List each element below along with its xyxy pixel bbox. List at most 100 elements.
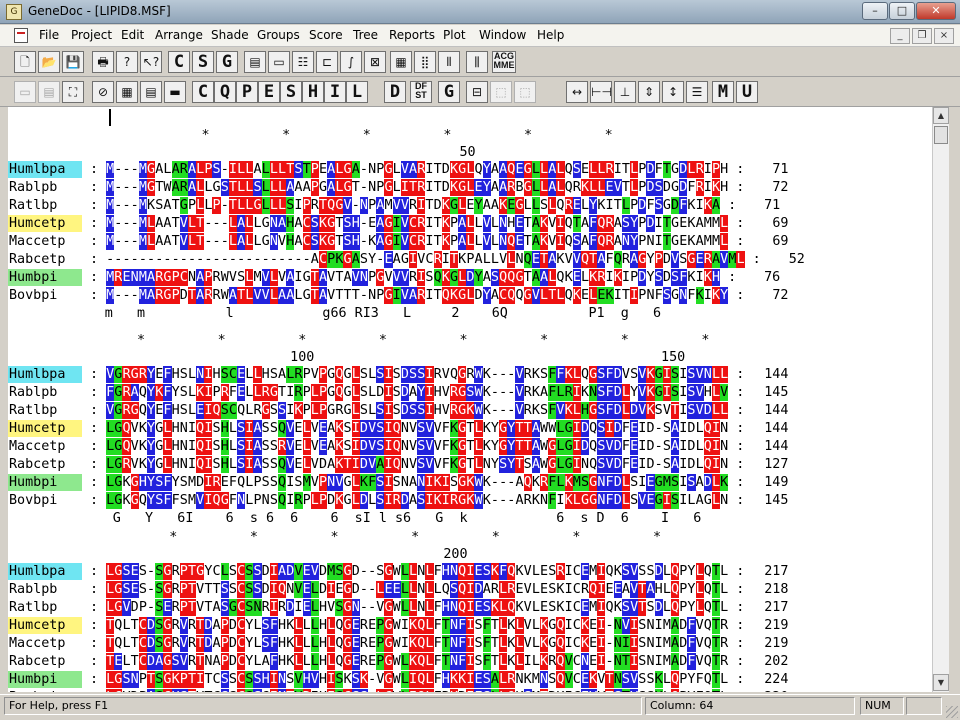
mdi-restore-button[interactable]: ❐ <box>912 28 932 44</box>
sequence-residues[interactable]: TQLTCDSGRVRTDAPDCYLSFHKLLLHLQGEREPGWIKQL… <box>106 617 728 634</box>
sequence-residues[interactable]: M---MKSATGPLLP-TLLGLLLSIPRTQGV-NPAMVVRIT… <box>106 197 721 214</box>
menu-groups[interactable]: Groups <box>254 28 303 42</box>
shift-v-icon[interactable]: ↕ <box>662 81 684 103</box>
residue-q-button[interactable]: Q <box>214 81 236 103</box>
sequence-name[interactable]: Rabcetp <box>8 456 82 473</box>
residue-h-button[interactable]: H <box>302 81 324 103</box>
conserved-mode-button[interactable]: C <box>168 51 190 73</box>
sequence-residues[interactable]: M---MGTWARALLGSTLLSLLLAAAPGALGT-NPGLITRI… <box>106 179 728 196</box>
dots-icon[interactable]: ⣿ <box>414 51 436 73</box>
sequence-name[interactable]: Humlbpa <box>8 161 82 178</box>
sequence-name[interactable]: Ratlbp <box>8 599 82 616</box>
menu-shade[interactable]: Shade <box>208 28 252 42</box>
new-file-icon[interactable]: 🗋 <box>14 51 36 73</box>
bars2-icon[interactable]: ⫼ <box>466 51 488 73</box>
similarity-mode-button[interactable]: S <box>192 51 214 73</box>
sequence-row[interactable]: Humlbpa: LGSES-SGRPTGYCLSCSSDIADVEVDMSGD-… <box>8 563 932 580</box>
sequence-name[interactable]: Humcetp <box>8 617 82 634</box>
sequence-row[interactable]: Humbpi: LGKGHYSFYSMDIREFQLPSSQISMVPNVGLKF… <box>8 474 932 491</box>
score-icon[interactable]: ⊠ <box>364 51 386 73</box>
sequence-residues[interactable]: LGSES-SGRPTVTTSSCSSDIQNVELDIEGD--LEELLNL… <box>106 581 728 598</box>
sequence-residues[interactable]: MRENMARGPCNAPRWVSLMVLVAIGTAVTAVNPGVVVRIS… <box>106 269 721 286</box>
g-button[interactable]: G <box>438 81 460 103</box>
arrange-icon[interactable]: ☷ <box>292 51 314 73</box>
sequence-residues[interactable]: LGVDP-SERPTVTASGCSNRIRDIELHVSGN--VGWLLNL… <box>106 599 728 616</box>
sequence-residues[interactable]: M---MLAATVLT---LALLGNAHACSKGTSH-EAGIVCRI… <box>106 215 729 232</box>
sequence-residues[interactable]: -------------------------ACPKGASY-EAGIVC… <box>106 251 745 268</box>
d-button[interactable]: D <box>384 81 406 103</box>
sequence-row[interactable]: Rablpb: FGRAQYKFYSLKIPRFELLRGTIRPLPGQGLSL… <box>8 384 932 401</box>
shade3-icon[interactable]: ▬ <box>164 81 186 103</box>
sequence-residues[interactable]: M---MLAATVLT---LALLGNVHACSKGTSH-KAGIVCRI… <box>106 233 729 250</box>
collapse-h-icon[interactable]: ⊢⊣ <box>590 81 612 103</box>
sequence-name[interactable]: Humbpi <box>8 474 82 491</box>
sequence-name[interactable]: Humcetp <box>8 215 82 232</box>
sequence-row[interactable]: Humbpi: MRENMARGPCNAPRWVSLMVLVAIGTAVTAVNP… <box>8 269 932 286</box>
sequence-name[interactable]: Rablpb <box>8 384 82 401</box>
grid-icon[interactable]: ▦ <box>390 51 412 73</box>
expand-h-icon[interactable]: ↔ <box>566 81 588 103</box>
sequence-residues[interactable]: M---MGALARALPS-ILLALLLTSTPEALGA-NPGLVARI… <box>106 161 728 178</box>
sequence-row[interactable]: Humcetp: LGQVKYGLHNIQISHLSIASSQVELVEAKSID… <box>8 420 932 437</box>
sequence-name[interactable]: Ratlbp <box>8 402 82 419</box>
sequence-name[interactable]: Bovbpi <box>8 689 82 692</box>
close-button[interactable]: ✕ <box>916 2 956 20</box>
mdi-minimize-button[interactable]: _ <box>890 28 910 44</box>
minimize-button[interactable]: – <box>862 2 888 20</box>
sequence-residues[interactable]: LGSES-SGRPTGYCLSCSSDIADVEVDMSGD--SGWLLNL… <box>106 563 728 580</box>
menu-project[interactable]: Project <box>68 28 115 42</box>
sequence-name[interactable]: Ratlbp <box>8 197 82 214</box>
sequence-name[interactable]: Humbpi <box>8 269 82 286</box>
print-icon[interactable]: 🖶 <box>92 51 114 73</box>
select-block-icon[interactable]: ▭ <box>268 51 290 73</box>
residue-s-button[interactable]: S <box>280 81 302 103</box>
sequence-residues[interactable]: FGRAQYKFYSLKIPRFELLRGTIRPLPGQGLSLDISDAYI… <box>106 384 729 401</box>
menu-plot[interactable]: Plot <box>440 28 469 42</box>
sequence-residues[interactable]: LGRVKYGLHNIQISHLSIASSQVELVDAKTIDVAIQNVSV… <box>106 456 728 473</box>
scroll-down-button[interactable]: ▼ <box>933 674 949 691</box>
sequence-row[interactable]: Bovbpi: M---MARGPDTARRWATLVVLAALGTAVTTT-N… <box>8 287 932 304</box>
expand-v-icon[interactable]: ⇕ <box>638 81 660 103</box>
sequence-row[interactable]: Rabcetp: TELTCDAGSVRTNAPDCYLAFHKLLLHLQGER… <box>8 653 932 670</box>
resize-grip[interactable] <box>946 706 958 718</box>
plot-icon[interactable]: ∫ <box>340 51 362 73</box>
u-button[interactable]: U <box>736 81 758 103</box>
shade-off-icon[interactable]: ⊘ <box>92 81 114 103</box>
menu-help[interactable]: Help <box>534 28 567 42</box>
sequence-name[interactable]: Humlbpa <box>8 366 82 383</box>
sequence-row[interactable]: Bovbpi: LGKGQYSFFSMVIQGFNLPNSQIRPLPDKGLDL… <box>8 492 932 509</box>
mdi-close-button[interactable]: × <box>934 28 954 44</box>
menu-arrange[interactable]: Arrange <box>152 28 206 42</box>
menu-file[interactable]: File <box>36 28 62 42</box>
sequence-name[interactable]: Rabcetp <box>8 251 82 268</box>
residue-e-button[interactable]: E <box>258 81 280 103</box>
sequence-name[interactable]: Maccetp <box>8 438 82 455</box>
save-icon[interactable]: 💾 <box>62 51 84 73</box>
sequence-name[interactable]: Maccetp <box>8 635 82 652</box>
menu-window[interactable]: Window <box>476 28 529 42</box>
list-icon[interactable]: ☰ <box>686 81 708 103</box>
select-column-icon[interactable]: ▤ <box>244 51 266 73</box>
sequence-row[interactable]: Rabcetp: LGRVKYGLHNIQISHLSIASSQVELVDAKTID… <box>8 456 932 473</box>
sequence-row[interactable]: Bovbpi:LGYDPASGHSTVTCSSCSSGINTVRIHISGSS-… <box>8 689 932 692</box>
sequence-name[interactable]: Bovbpi <box>8 287 82 304</box>
bars-icon[interactable]: ⦀ <box>438 51 460 73</box>
context-help-icon[interactable]: ↖? <box>140 51 162 73</box>
sequence-row[interactable]: Humlbpa: M---MGALARALPS-ILLALLLTSTPEALGA-… <box>8 161 932 178</box>
residue-i-button[interactable]: I <box>324 81 346 103</box>
residue-c-button[interactable]: C <box>192 81 214 103</box>
paste-icon[interactable]: ▤ <box>38 81 60 103</box>
sequence-name[interactable]: Maccetp <box>8 233 82 250</box>
menu-reports[interactable]: Reports <box>386 28 438 42</box>
vertical-scrollbar[interactable]: ▲ ▼ <box>932 107 949 692</box>
sequence-row[interactable]: Ratlbp: M---MKSATGPLLP-TLLGLLLSIPRTQGV-NP… <box>8 197 932 214</box>
sequence-row[interactable]: Ratlbp: LGVDP-SERPTVTASGCSNRIRDIELHVSGN--… <box>8 599 932 616</box>
title-bar[interactable]: G GeneDoc - [LIPID8.MSF] – □ ✕ <box>0 0 960 24</box>
document-icon[interactable] <box>14 28 28 43</box>
sequence-row[interactable]: Humbpi: LGSNPTSGKPTITCSSCSSHINSVHVHISKSK-… <box>8 671 932 688</box>
menu-edit[interactable]: Edit <box>118 28 147 42</box>
sequence-residues[interactable]: LGQVKYGLHNIQISHLSIASSRVELVEAKSIDVSIQNVSV… <box>106 438 728 455</box>
sequence-name[interactable]: Rablpb <box>8 179 82 196</box>
acg-mme-button[interactable]: ACG MME <box>492 51 516 73</box>
sequence-name[interactable]: Rablpb <box>8 581 82 598</box>
